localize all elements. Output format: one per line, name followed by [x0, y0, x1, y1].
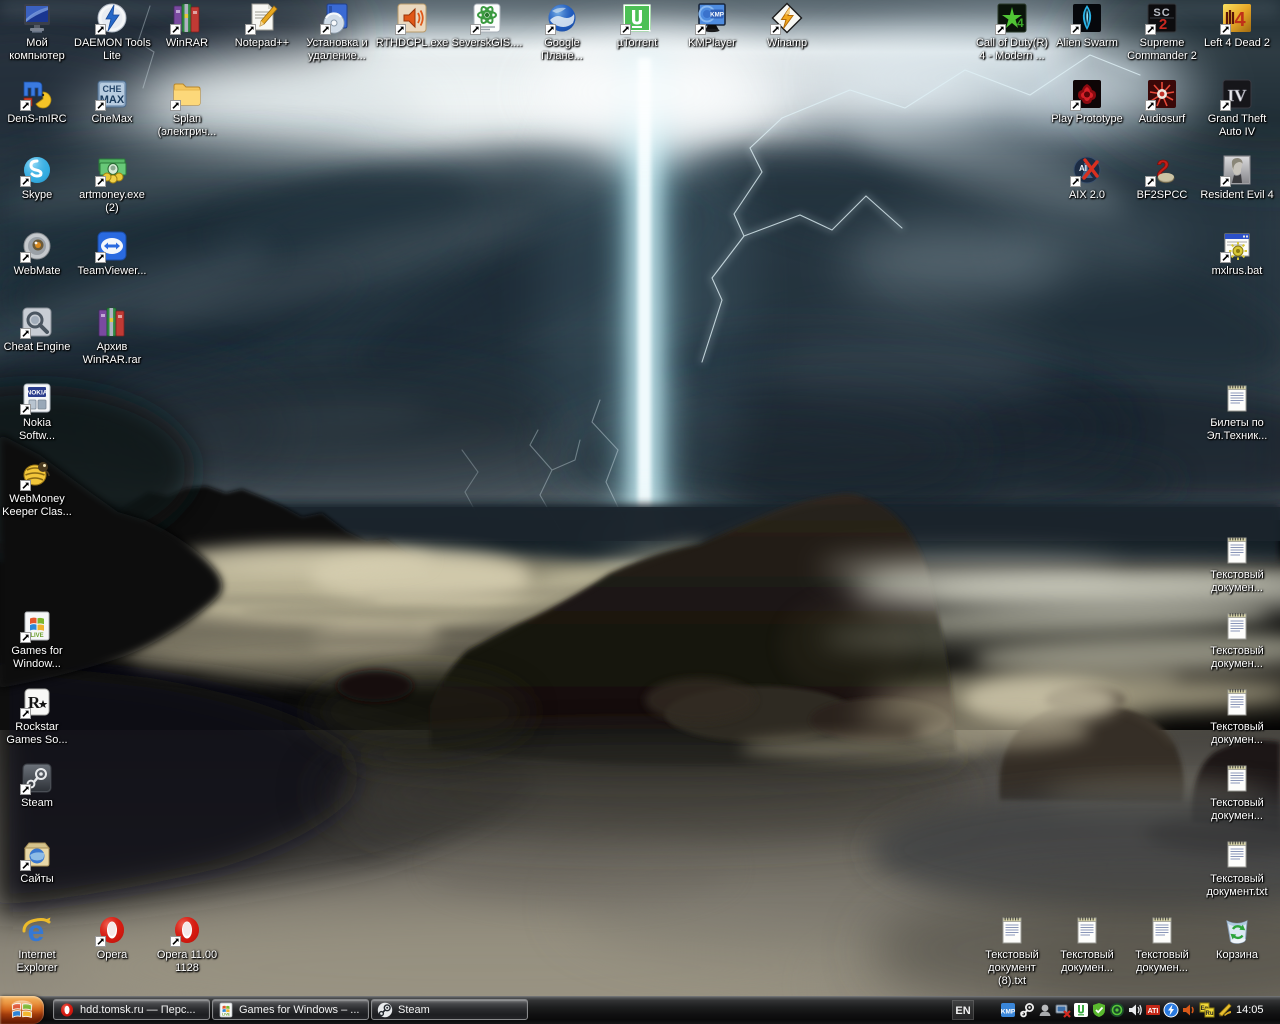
- svg-text:AI: AI: [1079, 164, 1087, 173]
- svg-text:LIVE: LIVE: [222, 1012, 230, 1016]
- svg-text:Ru: Ru: [1206, 1011, 1214, 1017]
- svg-text:CHE: CHE: [102, 84, 121, 94]
- svg-text:4: 4: [1234, 9, 1246, 31]
- svg-text:KMP: KMP: [710, 12, 724, 19]
- svg-text:NOKIA: NOKIA: [27, 390, 48, 397]
- svg-text:KMP: KMP: [1001, 1009, 1016, 1016]
- svg-text:ATI: ATI: [1148, 1008, 1159, 1015]
- svg-text:LIVE: LIVE: [30, 633, 43, 639]
- svg-text:2: 2: [1159, 16, 1167, 33]
- svg-text:4: 4: [1017, 16, 1024, 30]
